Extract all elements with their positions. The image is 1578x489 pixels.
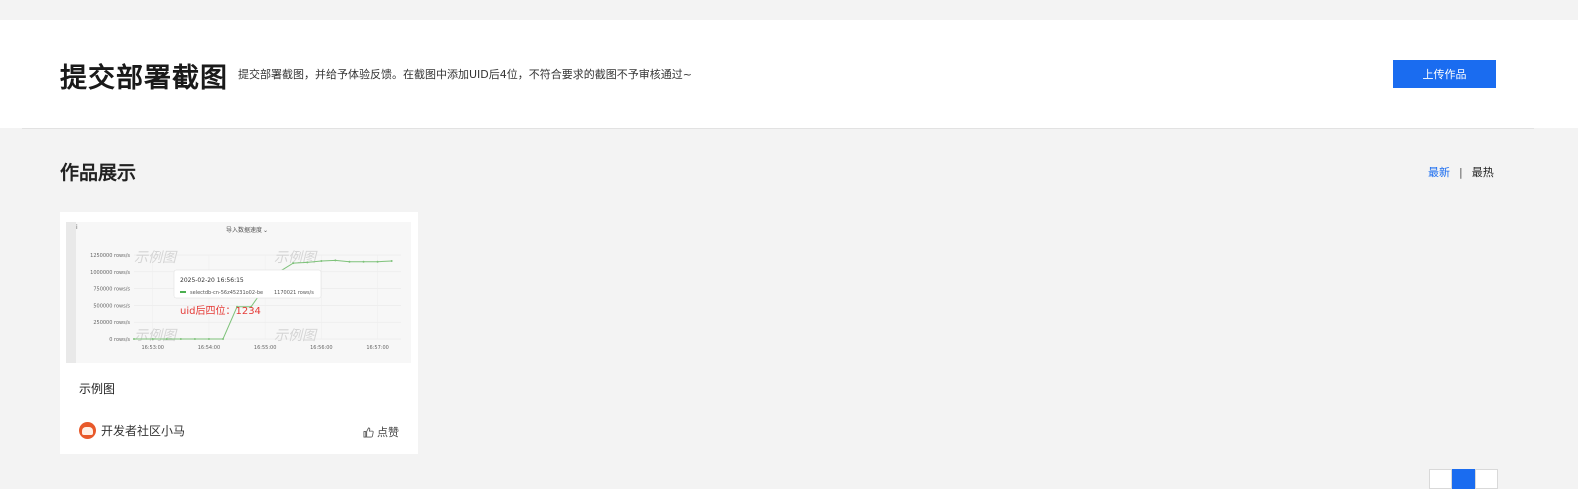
sort-hot-tab[interactable]: 最热	[1472, 164, 1494, 180]
watermark-text: 示例图	[274, 328, 318, 344]
data-point	[334, 259, 337, 262]
y-tick-label: 0 rows/s	[109, 337, 130, 343]
sort-separator: |	[1459, 165, 1463, 179]
y-tick-label: 500000 rows/s	[93, 303, 130, 309]
page-title: 提交部署截图	[60, 63, 228, 94]
data-point	[133, 338, 135, 340]
y-tick-label: 1000000 rows/s	[90, 270, 130, 276]
x-tick-label: 16:54:00	[198, 345, 220, 351]
watermark-text: 示例图	[274, 250, 318, 266]
data-point	[222, 338, 224, 340]
section-title: 作品展示	[60, 162, 137, 184]
data-point	[362, 260, 365, 263]
data-point	[376, 260, 379, 263]
card-author[interactable]: 开发者社区小马	[79, 422, 185, 439]
work-card[interactable]: i 导入数据速度 ⌄ 1250000 rows/s 1000000 rows/s 7…	[60, 212, 418, 454]
pagination	[1429, 469, 1498, 489]
x-tick-label: 16:55:00	[254, 345, 276, 351]
y-tick-label: 1250000 rows/s	[90, 253, 130, 259]
sort-newest-tab[interactable]: 最新	[1428, 164, 1450, 180]
data-point	[306, 261, 309, 264]
chevron-down-icon: ⌄	[263, 227, 268, 234]
author-name: 开发者社区小马	[101, 424, 186, 438]
watermark-text: 示例图	[134, 328, 178, 344]
page-next-button[interactable]	[1475, 469, 1498, 489]
page-prev-button[interactable]	[1429, 469, 1452, 489]
info-icon: i	[76, 224, 78, 231]
thumbnail-chart-title: 导入数据速度	[226, 226, 262, 234]
y-tick-label: 250000 rows/s	[93, 320, 130, 326]
tooltip-series: selectdb-cn-56z45231o02-be	[190, 290, 263, 296]
work-thumbnail[interactable]: i 导入数据速度 ⌄ 1250000 rows/s 1000000 rows/s 7…	[66, 222, 411, 363]
card-title[interactable]: 示例图	[79, 380, 115, 397]
data-point	[390, 260, 393, 263]
page-current-button[interactable]	[1452, 469, 1475, 489]
header-band	[0, 20, 1578, 128]
data-point	[193, 338, 196, 340]
data-point	[165, 338, 168, 340]
like-label: 点赞	[377, 426, 399, 439]
x-tick-label: 16:56:00	[310, 345, 332, 351]
like-button[interactable]: 点赞	[363, 424, 399, 440]
avatar	[79, 422, 96, 439]
sort-tabs: 最新 | 最热	[1428, 164, 1494, 180]
tooltip-time: 2025-02-20 16:56:15	[180, 277, 244, 284]
data-point	[320, 260, 323, 263]
x-tick-label: 16:57:00	[366, 345, 388, 351]
watermark-text: 示例图	[134, 250, 178, 266]
data-point	[179, 338, 182, 340]
page-description: 提交部署截图，并给予体验反馈。在截图中添加UID后4位，不符合要求的截图不予审核…	[238, 68, 692, 81]
tooltip-value: 1170021 rows/s	[274, 290, 314, 296]
thumbnail-chart: i 导入数据速度 ⌄ 1250000 rows/s 1000000 rows/s 7…	[76, 224, 401, 351]
chart-tooltip: 2025-02-20 16:56:15 selectdb-cn-56z45231…	[173, 269, 322, 299]
data-point	[292, 262, 295, 265]
thumbs-up-icon	[363, 427, 374, 437]
upload-button[interactable]: 上传作品	[1393, 60, 1496, 88]
data-point	[151, 338, 154, 340]
uid-annotation: uid后四位：1234	[180, 304, 261, 317]
header-divider	[22, 128, 1534, 129]
x-tick-label: 16:53:00	[142, 345, 164, 351]
data-point	[348, 260, 351, 263]
y-tick-label: 750000 rows/s	[93, 287, 130, 293]
data-point	[207, 338, 210, 340]
